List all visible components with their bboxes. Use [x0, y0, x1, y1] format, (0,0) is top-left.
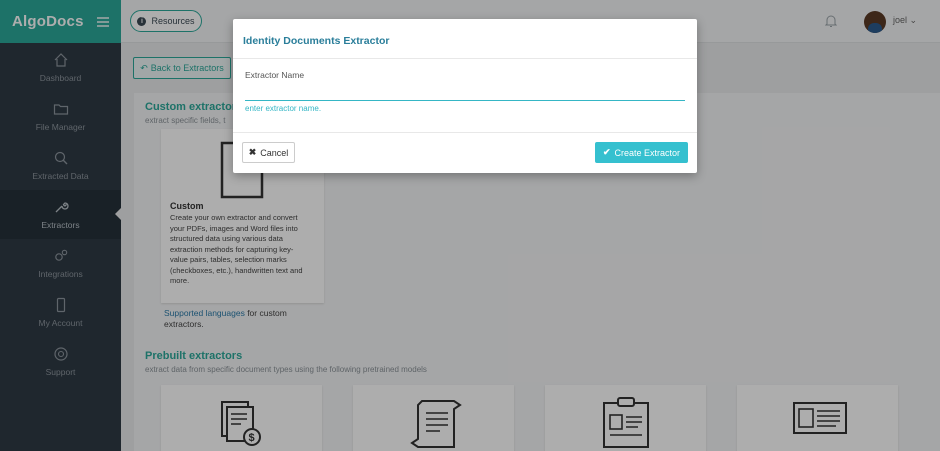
- extractor-name-hint: enter extractor name.: [245, 104, 322, 113]
- check-icon: ✔: [602, 147, 611, 157]
- cancel-label: Cancel: [260, 147, 289, 158]
- modal-header-divider: [233, 58, 697, 59]
- cancel-button[interactable]: ✖ Cancel: [242, 142, 295, 163]
- modal-title: Identity Documents Extractor: [243, 35, 390, 47]
- create-label: Create Extractor: [614, 147, 681, 158]
- extractor-name-input[interactable]: [245, 85, 685, 101]
- create-extractor-modal: Identity Documents Extractor Extractor N…: [233, 19, 697, 173]
- close-icon: ✖: [248, 147, 257, 157]
- create-extractor-button[interactable]: ✔ Create Extractor: [595, 142, 688, 163]
- extractor-name-label: Extractor Name: [245, 70, 305, 80]
- modal-footer-divider: [233, 132, 697, 133]
